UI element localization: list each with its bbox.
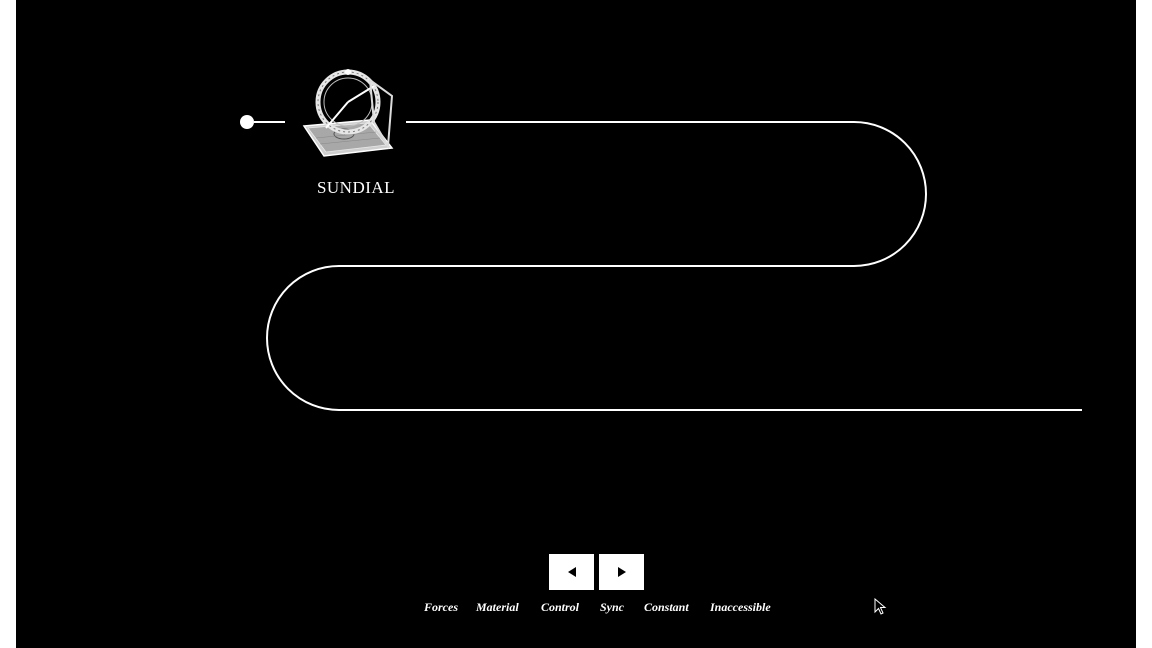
chapter-link-control[interactable]: Control bbox=[541, 600, 579, 615]
timeline-start-node[interactable] bbox=[240, 115, 254, 129]
previous-button[interactable] bbox=[549, 554, 594, 590]
mouse-pointer-icon bbox=[874, 597, 888, 616]
chapter-link-constant[interactable]: Constant bbox=[644, 600, 689, 615]
chapter-link-sync[interactable]: Sync bbox=[600, 600, 624, 615]
timeline-stage: SUNDIAL Forces Material Control Sync Con… bbox=[16, 0, 1136, 648]
triangle-right-icon bbox=[617, 567, 626, 577]
chapter-link-forces[interactable]: Forces bbox=[424, 600, 458, 615]
next-button[interactable] bbox=[599, 554, 644, 590]
sundial-icon[interactable] bbox=[296, 66, 396, 158]
timeline-path bbox=[240, 115, 1082, 411]
timeline-track bbox=[266, 121, 1082, 411]
chapter-nav: Forces Material Control Sync Constant In… bbox=[416, 600, 796, 618]
triangle-left-icon bbox=[567, 567, 576, 577]
chapter-link-inaccessible[interactable]: Inaccessible bbox=[710, 600, 771, 615]
chapter-link-material[interactable]: Material bbox=[476, 600, 519, 615]
timeline-item-label: SUNDIAL bbox=[316, 178, 396, 197]
